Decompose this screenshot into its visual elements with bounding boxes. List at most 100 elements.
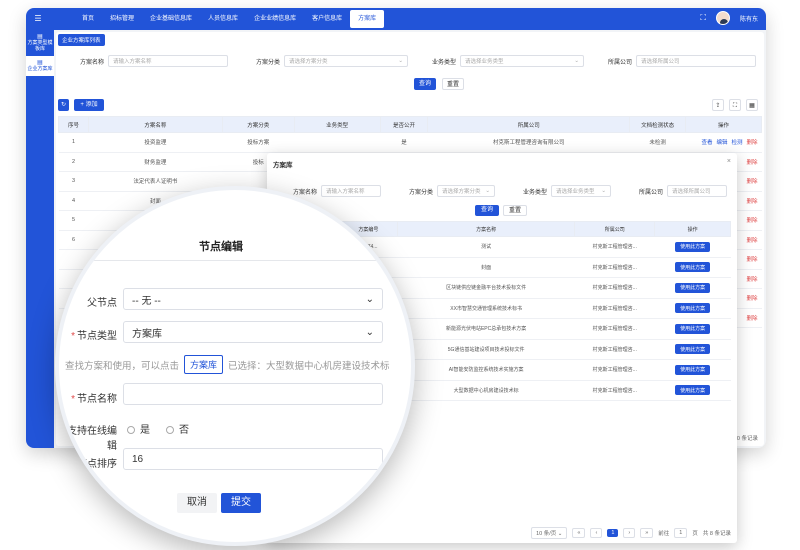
- cell-name: 新能源光伏电站EPC总承包技术方案: [397, 318, 575, 340]
- submit-button[interactable]: 提交: [221, 493, 261, 513]
- nav-bidding[interactable]: 招标管理: [102, 8, 142, 30]
- column-settings-button[interactable]: ▦: [746, 99, 758, 111]
- fullscreen-toggle[interactable]: ⛶: [729, 99, 741, 111]
- cell-status: 未检测: [629, 132, 686, 153]
- nav-performance[interactable]: 企业业绩信息库: [246, 8, 304, 30]
- table-row: 41274...测试村克斯工程管理咨...使用此方案: [339, 236, 731, 258]
- delete-link[interactable]: 删除: [746, 218, 757, 224]
- page-size-select[interactable]: 10 条/页 ⌄: [531, 527, 568, 539]
- export-button[interactable]: ⇪: [712, 99, 724, 111]
- dialog-biz-select[interactable]: 请选择业务类型 ⌄: [551, 185, 612, 197]
- company-input[interactable]: 请选择所属公司: [636, 55, 757, 67]
- fullscreen-icon[interactable]: ⛶: [700, 13, 706, 23]
- dialog-name-input[interactable]: 请输入方案名称: [321, 185, 382, 197]
- cell-no: 6: [58, 230, 89, 250]
- nav-solution-library[interactable]: 方案库: [350, 10, 385, 28]
- delete-link[interactable]: 删除: [746, 160, 757, 166]
- use-solution-button[interactable]: 使用此方案: [675, 303, 711, 314]
- user-name[interactable]: 陈有东: [740, 14, 758, 23]
- col-type: 方案分类: [221, 116, 295, 133]
- dialog-filter-biz: 业务类型 请选择业务类型 ⌄: [523, 185, 612, 197]
- cell-ops: 使用此方案: [654, 277, 731, 299]
- filter-name: 方案名称 请输入方案名称: [80, 54, 229, 68]
- delete-link[interactable]: 删除: [746, 238, 757, 244]
- chevron-down-icon: ⌄: [365, 293, 374, 305]
- use-solution-button[interactable]: 使用此方案: [675, 364, 711, 375]
- delete-link[interactable]: 删除: [746, 296, 757, 302]
- sidebar-item-template-library[interactable]: ▤ 方案类型模板库: [26, 30, 54, 56]
- goto-page-input[interactable]: 1: [674, 528, 688, 538]
- row-action-link[interactable]: 编辑: [716, 140, 727, 146]
- first-page-icon[interactable]: «: [572, 528, 586, 538]
- close-icon[interactable]: ×: [727, 158, 731, 165]
- sidebar-item-label: 企业方案库: [27, 66, 53, 72]
- cell-company: 村克斯工程管理咨...: [574, 318, 655, 340]
- solution-type-select[interactable]: 请选择方案分类 ⌄: [284, 55, 409, 67]
- node-order-input[interactable]: 16: [123, 448, 383, 470]
- node-name-input[interactable]: [123, 383, 383, 405]
- open-solution-library-button[interactable]: 方案库: [184, 355, 224, 374]
- cell-no: 3: [58, 171, 89, 192]
- dialog-title: 方案库: [273, 162, 293, 169]
- row-action-link[interactable]: 检测: [731, 140, 742, 146]
- reset-button[interactable]: 重置: [442, 78, 464, 90]
- use-solution-button[interactable]: 使用此方案: [675, 262, 711, 273]
- search-button[interactable]: 查询: [414, 78, 436, 90]
- filter-label: 方案分类: [256, 59, 281, 66]
- cell-ops: 使用此方案: [654, 318, 731, 340]
- dialog-reset-button[interactable]: 重置: [503, 205, 527, 216]
- last-page-icon[interactable]: »: [640, 528, 654, 538]
- menu-icon[interactable]: ☰: [32, 13, 44, 25]
- delete-link[interactable]: 删除: [746, 140, 757, 146]
- nav-company-info[interactable]: 企业基础信息库: [142, 8, 200, 30]
- sidebar-item-company-library[interactable]: ▤ 企业方案库: [26, 56, 54, 76]
- col-company: 所属公司: [427, 116, 631, 133]
- cell-biz: [294, 132, 381, 153]
- fullscreen-icon: ⛶: [732, 103, 738, 109]
- prev-page-icon[interactable]: ‹: [590, 528, 603, 538]
- refresh-button[interactable]: ↻: [58, 99, 69, 111]
- delete-link[interactable]: 删除: [746, 257, 757, 263]
- online-edit-no[interactable]: 否: [166, 421, 189, 436]
- cell-company: 村克斯工程管理咨询有限公司: [427, 132, 630, 153]
- nav-home[interactable]: 首页: [74, 8, 102, 30]
- avatar[interactable]: [715, 11, 730, 25]
- current-page[interactable]: 1: [607, 529, 619, 537]
- online-edit-yes[interactable]: 是: [127, 421, 150, 436]
- table-header: 方案编号 方案名称 所属公司 操作: [339, 221, 731, 237]
- filter-label: 所属公司: [608, 59, 633, 66]
- dialog-company-input[interactable]: 请选择所属公司: [667, 185, 728, 197]
- col-name: 方案名称: [87, 116, 223, 133]
- cell-type: 投标方案: [222, 132, 295, 153]
- total-count: 10 条记录: [733, 436, 758, 442]
- delete-link[interactable]: 删除: [746, 316, 757, 322]
- use-solution-button[interactable]: 使用此方案: [675, 385, 711, 396]
- parent-node-select[interactable]: -- 无 -- ⌄: [123, 288, 383, 310]
- breadcrumb-tab[interactable]: 企业方案库列表: [58, 34, 105, 46]
- cell-no: 1: [58, 132, 89, 153]
- node-editor-title: 节点编辑: [199, 241, 243, 253]
- use-solution-button[interactable]: 使用此方案: [675, 241, 711, 252]
- dialog-search-button[interactable]: 查询: [475, 205, 499, 216]
- use-solution-button[interactable]: 使用此方案: [675, 282, 711, 293]
- nav-customer[interactable]: 客户信息库: [304, 8, 350, 30]
- business-type-select[interactable]: 请选择业务类型 ⌄: [460, 55, 585, 67]
- delete-link[interactable]: 删除: [746, 199, 757, 205]
- use-solution-button[interactable]: 使用此方案: [675, 344, 711, 355]
- next-page-icon[interactable]: ›: [623, 528, 636, 538]
- cell-no: 4: [58, 191, 89, 211]
- upload-icon: ⇪: [715, 103, 721, 109]
- add-button[interactable]: + 添加: [74, 99, 104, 111]
- cell-ops: 使用此方案: [654, 298, 731, 319]
- nav-personnel[interactable]: 人员信息库: [200, 8, 246, 30]
- delete-link[interactable]: 删除: [746, 277, 757, 283]
- delete-link[interactable]: 删除: [746, 179, 757, 185]
- cancel-button[interactable]: 取消: [177, 493, 217, 513]
- node-type-select[interactable]: 方案库 ⌄: [123, 321, 383, 343]
- cell-name: 5G通信基站建设项目技术投标文件: [397, 339, 575, 360]
- row-action-link[interactable]: 查看: [701, 140, 712, 146]
- dialog-type-select[interactable]: 请选择方案分类 ⌄: [437, 185, 496, 197]
- cell-name: 区块链供应链金融平台技术投标文件: [397, 277, 575, 299]
- use-solution-button[interactable]: 使用此方案: [675, 323, 711, 334]
- solution-name-input[interactable]: 请输入方案名称: [108, 55, 229, 67]
